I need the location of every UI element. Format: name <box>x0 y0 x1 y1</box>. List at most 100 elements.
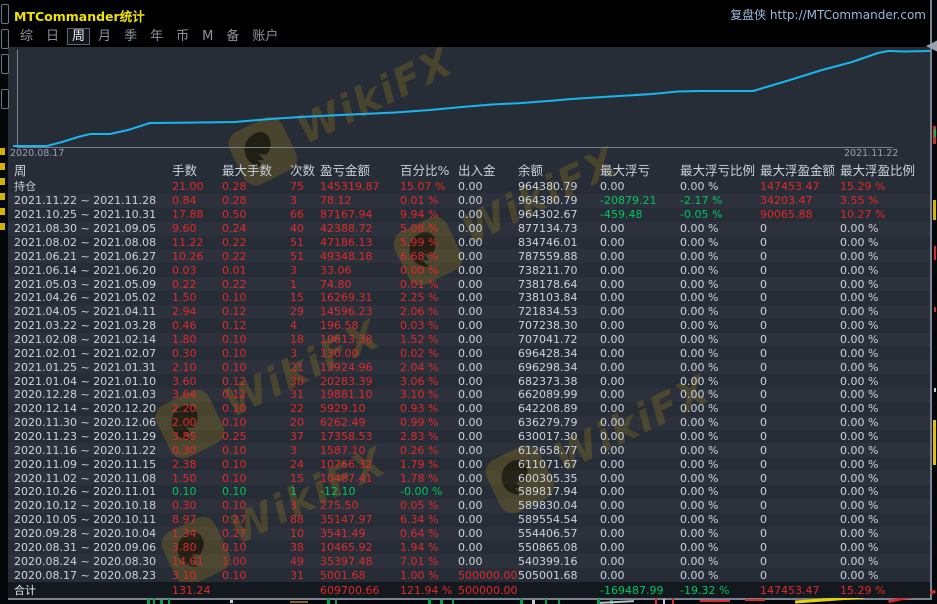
table-row[interactable]: 2020.12.14 ~ 2020.12.202.200.10225929.10… <box>8 402 930 416</box>
cell: 0.00 % <box>680 527 760 540</box>
table-row[interactable]: 2021.05.03 ~ 2021.05.090.220.22174.800.0… <box>8 277 930 291</box>
cell: 0.00 <box>600 430 680 443</box>
column-header: 周 <box>14 160 172 179</box>
table-row[interactable]: 2020.12.28 ~ 2021.01.033.640.123119881.1… <box>8 388 930 402</box>
cell: 0 <box>760 361 840 374</box>
cell: 121.94 % <box>400 584 458 597</box>
menu-tab-年[interactable]: 年 <box>150 29 163 44</box>
table-row[interactable]: 2020.11.02 ~ 2020.11.081.500.101510487.4… <box>8 471 930 485</box>
table-row[interactable]: 2020.10.12 ~ 2020.10.180.300.103275.500.… <box>8 499 930 513</box>
table-row[interactable]: 2021.08.02 ~ 2021.08.0811.220.225147186.… <box>8 236 930 250</box>
table-row[interactable]: 2021.03.22 ~ 2021.03.280.460.124196.580.… <box>8 319 930 333</box>
cell: 0 <box>760 319 840 332</box>
cell: 6.34 % <box>400 513 458 526</box>
table-row[interactable]: 2021.11.22 ~ 2021.11.280.840.28378.120.0… <box>8 194 930 208</box>
menu-tab-币[interactable]: 币 <box>176 29 189 44</box>
cell: 0 <box>760 472 840 485</box>
table-row[interactable]: 2021.02.08 ~ 2021.02.141.800.101810613.3… <box>8 333 930 347</box>
background-window-sliver <box>700 600 730 602</box>
total-row[interactable]: 合计131.24609700.66121.94 %500000.00-16948… <box>8 582 930 598</box>
table-row[interactable]: 2020.08.17 ~ 2020.08.233.100.10315001.68… <box>8 568 930 582</box>
cell: 0.00 % <box>680 472 760 485</box>
cell: 0.00 <box>458 305 518 318</box>
table-row[interactable]: 2021.06.14 ~ 2021.06.200.030.01333.060.0… <box>8 263 930 277</box>
table-row[interactable]: 2020.11.16 ~ 2020.11.220.300.1031587.100… <box>8 443 930 457</box>
table-row[interactable]: 持仓21.000.2875145319.8715.07 %0.00964380.… <box>8 178 930 194</box>
cell: 0.00 <box>600 236 680 249</box>
table-row[interactable]: 2020.11.30 ~ 2020.12.062.000.10206262.49… <box>8 416 930 430</box>
column-header: 次数 <box>290 160 320 179</box>
background-window-sliver <box>0 178 5 185</box>
cell: 0.00 % <box>680 458 760 471</box>
cell: 0.10 <box>222 333 290 346</box>
table-row[interactable]: 2021.08.30 ~ 2021.09.059.600.244042388.7… <box>8 222 930 236</box>
table-row[interactable]: 2020.10.05 ~ 2020.10.118.970.278835147.9… <box>8 513 930 527</box>
cell: 696428.34 <box>518 347 600 360</box>
table-row[interactable]: 2021.04.05 ~ 2021.04.112.940.122914596.2… <box>8 305 930 319</box>
cell: 630017.30 <box>518 430 600 443</box>
table-row[interactable]: 2020.09.28 ~ 2020.10.041.340.27103541.49… <box>8 527 930 541</box>
table-row[interactable]: 2021.06.21 ~ 2021.06.2710.260.225149348.… <box>8 249 930 263</box>
table-row[interactable]: 2021.01.04 ~ 2021.01.103.600.123020283.3… <box>8 374 930 388</box>
cell: 3.10 % <box>400 388 458 401</box>
column-header: 百分比% <box>400 160 458 179</box>
table-row[interactable]: 2021.04.26 ~ 2021.05.021.500.101516269.3… <box>8 291 930 305</box>
cell: 0.00 % <box>840 541 930 554</box>
cell: 35397.48 <box>320 555 400 568</box>
table-row[interactable]: 2021.02.01 ~ 2021.02.070.300.103130.000.… <box>8 346 930 360</box>
cell: 0.00 <box>600 499 680 512</box>
cell: 130.00 <box>320 347 400 360</box>
cell: 3 <box>290 444 320 457</box>
cell: 0.12 <box>222 375 290 388</box>
menu-tab-月[interactable]: 月 <box>98 29 111 44</box>
chart-start-date: 2020.08.17 <box>10 148 64 159</box>
cell: 2.25 % <box>400 291 458 304</box>
menu-tab-备[interactable]: 备 <box>226 29 239 44</box>
table-row[interactable]: 2020.08.31 ~ 2020.09.063.800.103810465.9… <box>8 540 930 554</box>
menu-tab-日[interactable]: 日 <box>46 29 59 44</box>
cell: 2021.01.04 ~ 2021.01.10 <box>14 375 172 388</box>
cell: 2.04 % <box>400 361 458 374</box>
cell: 10766.32 <box>320 458 400 471</box>
cell: 1.94 % <box>400 541 458 554</box>
menu-tab-M[interactable]: M <box>202 29 213 44</box>
menu-tab-综[interactable]: 综 <box>20 29 33 44</box>
cell: 14596.23 <box>320 305 400 318</box>
table-row[interactable]: 2020.10.26 ~ 2020.11.010.100.101-12.10-0… <box>8 485 930 499</box>
table-row[interactable]: 2020.11.09 ~ 2020.11.152.380.102410766.3… <box>8 457 930 471</box>
cell: 2020.10.12 ~ 2020.10.18 <box>14 499 172 512</box>
background-window-sliver <box>0 223 5 230</box>
table-row[interactable]: 2020.11.23 ~ 2020.11.293.850.253717358.5… <box>8 430 930 444</box>
menu-tab-周[interactable]: 周 <box>67 28 90 45</box>
cell: 0.00 % <box>680 278 760 291</box>
cell: 147453.47 <box>760 180 840 193</box>
table-row[interactable]: 2020.08.24 ~ 2020.08.3014.011.004935397.… <box>8 554 930 568</box>
background-window-sliver <box>153 598 155 604</box>
menu-tab-季[interactable]: 季 <box>124 29 137 44</box>
cell: 5001.68 <box>320 569 400 582</box>
title-bar[interactable]: MTCommander统计 复盘侠 http://MTCommander.com <box>8 0 930 26</box>
table-row[interactable]: 2021.01.25 ~ 2021.01.312.100.102113924.9… <box>8 360 930 374</box>
cell: 0 <box>760 222 840 235</box>
splitter-arrow-icon[interactable] <box>926 40 937 52</box>
cell: 0.03 <box>172 264 222 277</box>
cell: 3 <box>290 264 320 277</box>
background-window-sliver <box>933 420 936 465</box>
cell: 5.99 % <box>400 236 458 249</box>
cell: 0.00 <box>600 402 680 415</box>
brand-url: 复盘侠 http://MTCommander.com <box>730 6 926 23</box>
table-row[interactable]: 2021.10.25 ~ 2021.10.3117.880.506687167.… <box>8 208 930 222</box>
cell: 0 <box>760 291 840 304</box>
cell: 4 <box>290 319 320 332</box>
cell: 0.10 <box>222 499 290 512</box>
cell: 10613.38 <box>320 333 400 346</box>
cell: 0.00 % <box>680 541 760 554</box>
menu-tab-账户[interactable]: 账户 <box>252 29 278 44</box>
screen: MTCommander统计 复盘侠 http://MTCommander.com… <box>0 0 937 604</box>
background-window-sliver <box>147 599 150 604</box>
cell: 0.00 <box>458 194 518 207</box>
cell: 8.97 <box>172 513 222 526</box>
cell: 682373.38 <box>518 375 600 388</box>
cell: 2021.05.03 ~ 2021.05.09 <box>14 278 172 291</box>
background-window-sliver <box>452 599 454 604</box>
